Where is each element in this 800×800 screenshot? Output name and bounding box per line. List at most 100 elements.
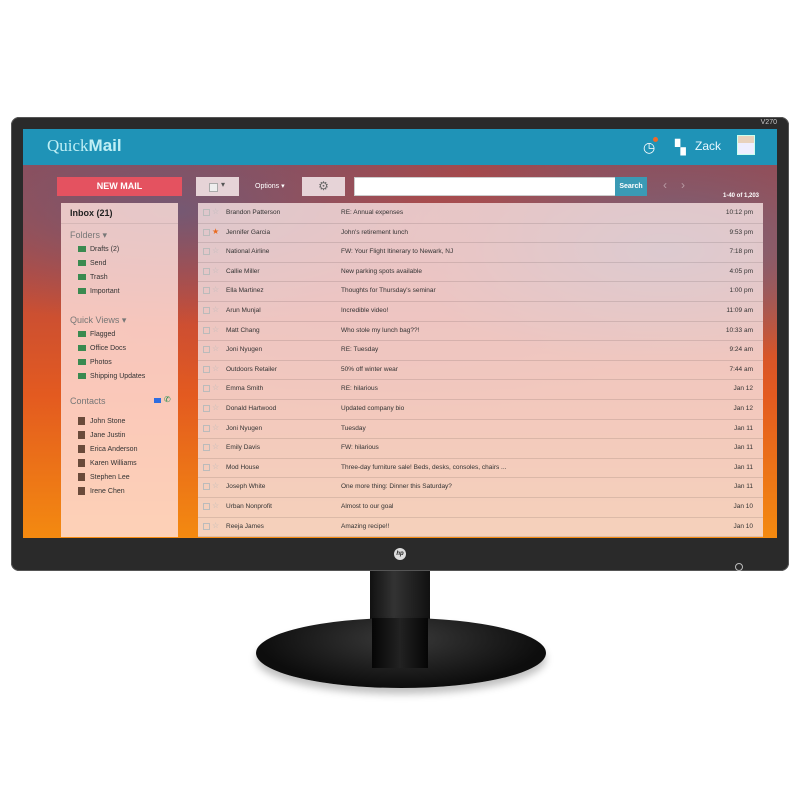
star-icon[interactable]: ☆ [212, 325, 219, 334]
quick-views-header[interactable]: Quick Views ▾ [70, 315, 126, 326]
star-icon[interactable]: ☆ [212, 266, 219, 275]
email-row[interactable]: ☆ Joseph White One more thing: Dinner this… [198, 477, 763, 498]
row-checkbox[interactable] [203, 346, 210, 354]
star-icon[interactable]: ★ [212, 227, 219, 236]
contact-item[interactable]: Jane Justin [78, 431, 125, 439]
contact-item[interactable]: Karen Williams [78, 459, 137, 467]
user-name[interactable]: Zack [695, 139, 721, 153]
row-checkbox[interactable] [203, 522, 210, 530]
email-row[interactable]: ☆ Callie Miller New parking spots availabl… [198, 262, 763, 283]
contacts-header: Contacts [70, 396, 106, 406]
search-input[interactable] [354, 177, 622, 196]
monitor: V270 QuickMail ◷ ▚ Zack NEW MAIL ▾ Optio… [11, 117, 789, 571]
email-row[interactable]: ☆ Arun Munjal Incredible video! 11:09 am [198, 301, 763, 322]
star-icon[interactable]: ☆ [212, 481, 219, 490]
email-row[interactable]: ☆ Outdoors Retailer 50% off winter wear 7:4… [198, 360, 763, 381]
quick-view-flagged[interactable]: Flagged [78, 331, 115, 338]
email-subject: Almost to our goal [341, 503, 394, 510]
star-icon[interactable]: ☆ [212, 246, 219, 255]
user-avatar[interactable] [737, 135, 755, 155]
folder-trash[interactable]: Trash [78, 274, 108, 281]
folder-drafts[interactable]: Drafts (2) [78, 246, 119, 253]
folder-send[interactable]: Send [78, 260, 106, 267]
email-row[interactable]: ☆ Mod House Three-day furniture sale! Beds… [198, 458, 763, 479]
email-row[interactable]: ☆ Urban Nonprofit Almost to our goal Jan 10 [198, 497, 763, 518]
settings-button[interactable]: ⚙ [302, 177, 345, 196]
select-all-dropdown[interactable]: ▾ [196, 177, 239, 196]
phone-icon[interactable]: ✆ [164, 395, 171, 404]
contact-item[interactable]: Stephen Lee [78, 473, 130, 481]
quick-view-photos[interactable]: Photos [78, 359, 112, 366]
star-icon[interactable]: ☆ [212, 364, 219, 373]
next-page-icon[interactable]: › [681, 178, 685, 192]
prev-page-icon[interactable]: ‹ [663, 178, 667, 192]
contact-avatar [78, 459, 85, 467]
row-checkbox[interactable] [203, 267, 210, 275]
email-sender: Brandon Patterson [226, 209, 281, 216]
row-checkbox[interactable] [203, 463, 210, 471]
email-row[interactable]: ☆ Reeja James Amazing recipe!! Jan 10 [198, 517, 763, 538]
folders-header[interactable]: Folders ▾ [70, 230, 107, 241]
star-icon[interactable]: ☆ [212, 403, 219, 412]
row-checkbox[interactable] [203, 228, 210, 236]
email-row[interactable]: ☆ Brandon Patterson RE: Annual expenses 10:… [198, 203, 763, 224]
email-row[interactable]: ☆ Emma Smith RE: hilarious Jan 12 [198, 379, 763, 400]
star-icon[interactable]: ☆ [212, 442, 219, 451]
quick-view-shipping[interactable]: Shipping Updates [78, 373, 145, 380]
options-dropdown[interactable]: Options ▾ [255, 182, 285, 190]
star-icon[interactable]: ☆ [212, 521, 219, 530]
trash-icon [78, 274, 86, 281]
new-mail-button[interactable]: NEW MAIL [57, 177, 182, 196]
email-row[interactable]: ☆ Matt Chang Who stole my lunch bag??! 10:3… [198, 321, 763, 342]
email-row[interactable]: ☆ Donald Hartwood Updated company bio Jan 1… [198, 399, 763, 420]
star-icon[interactable]: ☆ [212, 423, 219, 432]
email-subject: Thoughts for Thursday's seminar [341, 287, 436, 295]
contact-item[interactable]: John Stone [78, 417, 125, 425]
row-checkbox[interactable] [203, 209, 210, 216]
star-icon[interactable]: ☆ [212, 501, 219, 510]
email-row[interactable]: ☆ Joni Nyugen RE: Tuesday 9:24 am [198, 340, 763, 361]
email-time: Jan 11 [733, 444, 753, 452]
star-icon[interactable]: ☆ [212, 344, 219, 353]
star-icon[interactable]: ☆ [212, 383, 219, 392]
notification-badge [653, 137, 658, 142]
row-checkbox[interactable] [203, 503, 210, 510]
row-checkbox[interactable] [203, 365, 210, 373]
hp-logo: hp [394, 548, 406, 560]
email-row[interactable]: ☆ Ella Martinez Thoughts for Thursday's se… [198, 281, 763, 302]
star-icon[interactable]: ☆ [212, 207, 219, 216]
sidebar-inbox[interactable]: Inbox (21) [70, 208, 113, 218]
folder-important[interactable]: Important [78, 288, 120, 295]
contact-item[interactable]: Irene Chen [78, 487, 125, 495]
email-list: ☆ Brandon Patterson RE: Annual expenses 10:… [198, 203, 763, 538]
video-call-icon[interactable] [154, 398, 161, 403]
row-checkbox[interactable] [203, 405, 210, 412]
row-checkbox[interactable] [203, 385, 210, 393]
email-time: 1:00 pm [729, 287, 754, 295]
row-checkbox[interactable] [203, 248, 210, 256]
row-checkbox[interactable] [203, 287, 210, 295]
star-icon[interactable]: ☆ [212, 305, 219, 314]
power-button[interactable] [735, 563, 743, 571]
row-checkbox[interactable] [203, 483, 210, 491]
star-icon[interactable]: ☆ [212, 462, 219, 471]
email-row[interactable]: ☆ National Airline FW: Your Flight Itinera… [198, 242, 763, 263]
row-checkbox[interactable] [203, 424, 210, 432]
email-subject: FW: hilarious [341, 444, 379, 452]
email-row[interactable]: ☆ Joni Nyugen Tuesday Jan 11 [198, 419, 763, 440]
star-icon[interactable]: ☆ [212, 285, 219, 294]
email-sender: Callie Miller [226, 267, 260, 275]
search-button[interactable]: Search [615, 177, 647, 196]
email-sender: Joseph White [226, 483, 266, 491]
email-row[interactable]: ★ Jennifer Garcia John's retirement lunch 9… [198, 223, 763, 244]
email-subject: Incredible video! [341, 307, 389, 314]
row-checkbox[interactable] [203, 326, 210, 334]
select-checkbox[interactable] [209, 183, 218, 192]
contact-item[interactable]: Erica Anderson [78, 445, 137, 453]
row-checkbox[interactable] [203, 307, 210, 314]
apps-grid-icon[interactable]: ▚ [675, 139, 686, 156]
model-label: V270 [760, 119, 777, 126]
quick-view-office-docs[interactable]: Office Docs [78, 345, 126, 352]
email-row[interactable]: ☆ Emily Davis FW: hilarious Jan 11 [198, 438, 763, 459]
row-checkbox[interactable] [203, 444, 210, 452]
